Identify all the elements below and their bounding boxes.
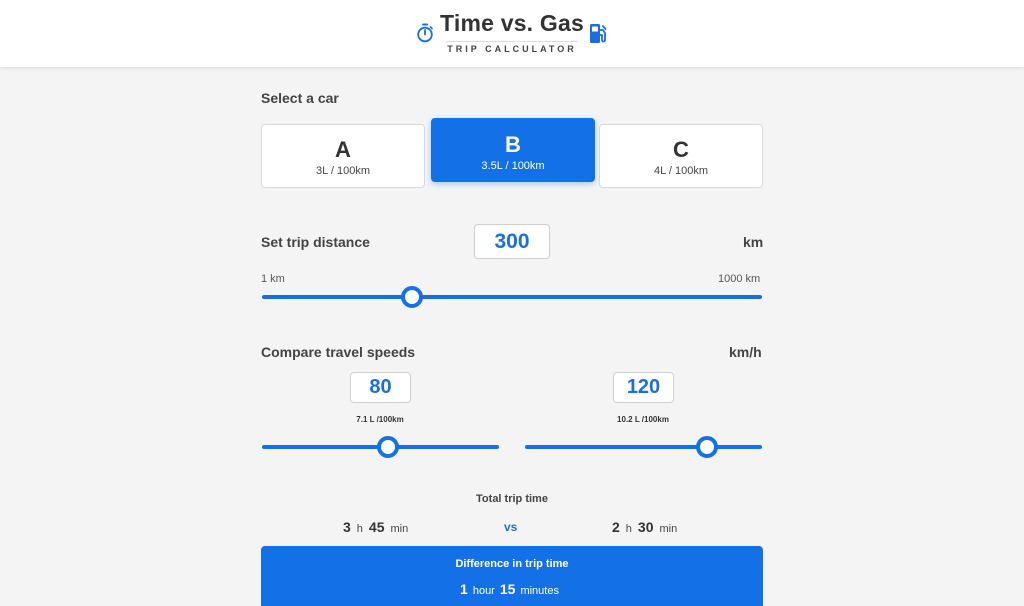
app-header: Time vs. Gas TRIP CALCULATOR bbox=[0, 0, 1024, 67]
difference-hours-unit: hour bbox=[472, 585, 495, 597]
car-letter: A bbox=[335, 137, 351, 162]
speed-left-consumption: 7.1 L /100km bbox=[356, 415, 404, 424]
difference-minutes: 15 bbox=[499, 581, 516, 597]
page-title: Time vs. Gas bbox=[440, 10, 584, 36]
difference-value: 1 hour 15 minutes bbox=[261, 581, 763, 597]
speed-right-slider-thumb[interactable] bbox=[696, 436, 719, 458]
time-hours: 2 bbox=[612, 519, 620, 535]
distance-label: Set trip distance bbox=[261, 234, 370, 250]
speed-right-input[interactable]: 120 bbox=[613, 372, 674, 403]
total-time-label: Total trip time bbox=[476, 493, 548, 505]
time-minutes-unit: min bbox=[659, 523, 678, 535]
car-option-c[interactable]: C 4L / 100km bbox=[599, 124, 763, 188]
distance-max-label: 1000 km bbox=[718, 273, 761, 285]
car-efficiency: 3.5L / 100km bbox=[481, 160, 545, 172]
title-divider bbox=[446, 41, 578, 42]
speed-left-slider-thumb[interactable] bbox=[376, 436, 399, 458]
difference-minutes-unit: minutes bbox=[520, 585, 559, 597]
distance-slider-track[interactable] bbox=[262, 295, 762, 299]
car-letter: C bbox=[673, 137, 689, 162]
time-hours-unit: h bbox=[356, 523, 363, 535]
speed-left-input[interactable]: 80 bbox=[350, 372, 411, 403]
fuel-pump-icon bbox=[590, 24, 607, 43]
vs-label: vs bbox=[504, 520, 518, 534]
car-option-b[interactable]: B 3.5L / 100km bbox=[431, 118, 595, 182]
car-option-a[interactable]: A 3L / 100km bbox=[261, 124, 425, 188]
difference-label: Difference in trip time bbox=[455, 558, 569, 570]
time-hours: 3 bbox=[343, 519, 351, 535]
total-time-right: 2 h 30 min bbox=[612, 519, 683, 535]
car-letter: B bbox=[505, 132, 521, 157]
difference-hours: 1 bbox=[460, 581, 468, 597]
total-time-left: 3 h 45 min bbox=[343, 519, 414, 535]
time-minutes: 30 bbox=[637, 519, 654, 535]
speeds-unit: km/h bbox=[729, 344, 762, 360]
page-subtitle: TRIP CALCULATOR bbox=[447, 44, 577, 54]
difference-panel: Difference in trip time 1 hour 15 minutes bbox=[261, 546, 763, 606]
car-section-label: Select a car bbox=[261, 90, 339, 106]
distance-min-label: 1 km bbox=[261, 273, 285, 285]
time-hours-unit: h bbox=[625, 523, 632, 535]
distance-value-input[interactable]: 300 bbox=[474, 224, 550, 259]
speeds-label: Compare travel speeds bbox=[261, 344, 416, 360]
time-minutes-unit: min bbox=[390, 523, 409, 535]
time-minutes: 45 bbox=[368, 519, 385, 535]
distance-slider-thumb[interactable] bbox=[400, 286, 423, 308]
car-efficiency: 3L / 100km bbox=[315, 165, 370, 177]
speed-right-consumption: 10.2 L /100km bbox=[617, 415, 669, 424]
car-efficiency: 4L / 100km bbox=[653, 165, 708, 177]
speed-right-slider-track[interactable] bbox=[525, 445, 762, 449]
distance-unit: km bbox=[743, 234, 764, 250]
